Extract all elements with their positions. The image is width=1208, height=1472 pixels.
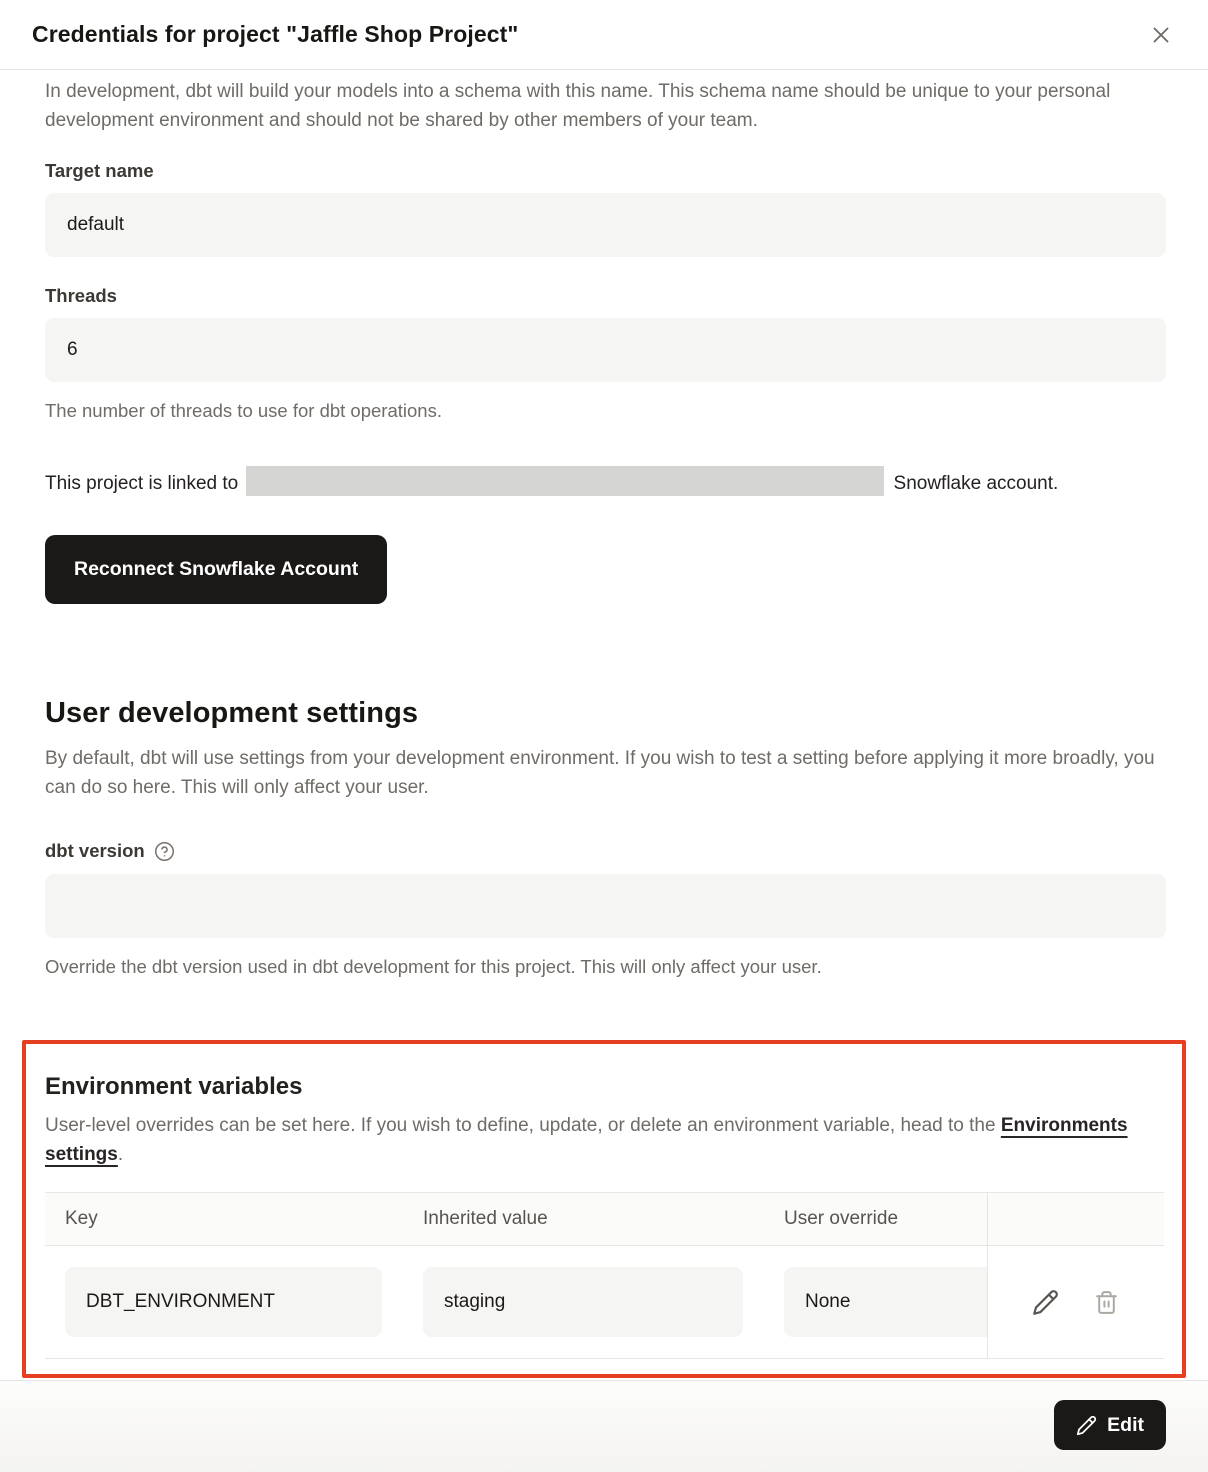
cell-key: DBT_ENVIRONMENT bbox=[45, 1246, 403, 1359]
close-icon bbox=[1148, 22, 1174, 48]
key-value: DBT_ENVIRONMENT bbox=[65, 1267, 382, 1337]
user-dev-settings-description: By default, dbt will use settings from y… bbox=[45, 744, 1166, 802]
edit-variable-button[interactable] bbox=[1028, 1285, 1063, 1320]
inherited-value: staging bbox=[423, 1267, 743, 1337]
trash-icon bbox=[1094, 1290, 1119, 1315]
schema-description: In development, dbt will build your mode… bbox=[45, 77, 1166, 135]
reconnect-snowflake-button[interactable]: Reconnect Snowflake Account bbox=[45, 535, 387, 604]
threads-label: Threads bbox=[45, 285, 1166, 307]
modal-body: In development, dbt will build your mode… bbox=[0, 70, 1208, 1378]
column-header-user-override: User override bbox=[764, 1193, 987, 1246]
environment-variables-table: Key Inherited value User override DBT_EN… bbox=[45, 1192, 1164, 1359]
threads-helper: The number of threads to use for dbt ope… bbox=[45, 398, 1166, 424]
cell-inherited-value: staging bbox=[403, 1246, 764, 1359]
modal-header: Credentials for project "Jaffle Shop Pro… bbox=[0, 0, 1208, 70]
target-name-input[interactable] bbox=[45, 193, 1166, 257]
user-dev-settings-heading: User development settings bbox=[45, 697, 1166, 730]
modal-title: Credentials for project "Jaffle Shop Pro… bbox=[32, 21, 518, 48]
column-header-actions bbox=[987, 1193, 1164, 1246]
table-header-row: Key Inherited value User override bbox=[45, 1193, 1164, 1246]
modal-footer: Edit bbox=[0, 1380, 1208, 1472]
pencil-icon bbox=[1032, 1289, 1059, 1316]
dbt-version-helper: Override the dbt version used in dbt dev… bbox=[45, 954, 1166, 980]
linked-account-text: This project is linked to Snowflake acco… bbox=[45, 466, 1166, 502]
environment-variables-section: Environment variables User-level overrid… bbox=[22, 1040, 1186, 1378]
table-row: DBT_ENVIRONMENT staging None bbox=[45, 1246, 1164, 1359]
target-name-label: Target name bbox=[45, 160, 1166, 182]
user-override-value: None bbox=[784, 1267, 987, 1337]
environment-variables-description: User-level overrides can be set here. If… bbox=[45, 1111, 1164, 1169]
cell-actions bbox=[987, 1246, 1164, 1359]
delete-variable-button[interactable] bbox=[1090, 1286, 1123, 1319]
redacted-account-name bbox=[246, 466, 884, 496]
column-header-key: Key bbox=[45, 1193, 403, 1246]
edit-pencil-icon bbox=[1076, 1415, 1097, 1436]
edit-button[interactable]: Edit bbox=[1054, 1400, 1166, 1450]
dbt-version-input[interactable] bbox=[45, 874, 1166, 938]
threads-input[interactable] bbox=[45, 318, 1166, 382]
close-button[interactable] bbox=[1144, 18, 1178, 52]
cell-user-override: None bbox=[764, 1246, 987, 1359]
column-header-inherited-value: Inherited value bbox=[403, 1193, 764, 1246]
environment-variables-heading: Environment variables bbox=[45, 1073, 1164, 1101]
dbt-version-label: dbt version bbox=[45, 840, 145, 862]
help-icon[interactable] bbox=[154, 841, 175, 862]
